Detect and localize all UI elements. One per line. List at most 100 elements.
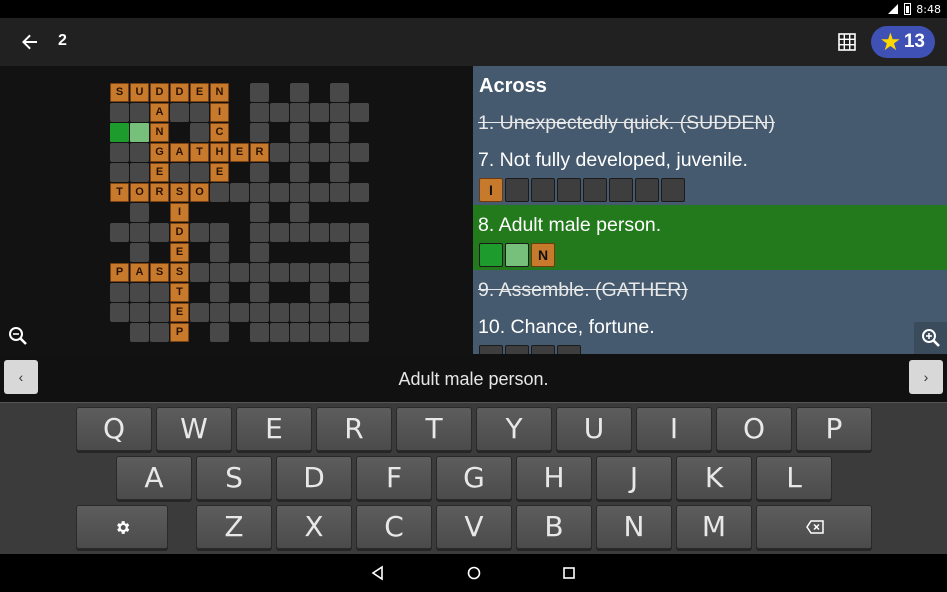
- key-f[interactable]: F: [356, 456, 432, 500]
- grid-cell-empty[interactable]: [250, 223, 269, 242]
- answer-boxes[interactable]: I: [479, 178, 685, 202]
- grid-cell-empty[interactable]: [170, 103, 189, 122]
- answer-box[interactable]: [531, 178, 555, 202]
- clue-item[interactable]: 7. Not fully developed, juvenile.: [478, 149, 748, 172]
- answer-box[interactable]: [557, 178, 581, 202]
- grid-cell-empty[interactable]: [350, 323, 369, 342]
- grid-cell-empty[interactable]: [310, 183, 329, 202]
- answer-box[interactable]: [583, 178, 607, 202]
- grid-cell-empty[interactable]: [350, 303, 369, 322]
- answer-box[interactable]: [531, 345, 555, 354]
- grid-cell-letter[interactable]: D: [170, 223, 189, 242]
- key-n[interactable]: N: [596, 505, 672, 549]
- grid-cell-letter[interactable]: S: [150, 263, 169, 282]
- grid-cell-empty[interactable]: [130, 243, 149, 262]
- grid-cell-empty[interactable]: [330, 103, 349, 122]
- grid-cell-empty[interactable]: [250, 183, 269, 202]
- grid-cell-letter[interactable]: N: [150, 123, 169, 142]
- grid-cell-empty[interactable]: [130, 323, 149, 342]
- clue-item[interactable]: 10. Chance, fortune.: [478, 316, 655, 339]
- grid-cell-empty[interactable]: [210, 283, 229, 302]
- answer-box[interactable]: [635, 178, 659, 202]
- key-e[interactable]: E: [236, 407, 312, 451]
- next-clue-button[interactable]: ›: [909, 360, 943, 394]
- key-w[interactable]: W: [156, 407, 232, 451]
- grid-cell-empty[interactable]: [330, 263, 349, 282]
- grid-cell-letter[interactable]: C: [210, 123, 229, 142]
- grid-cell-empty[interactable]: [250, 243, 269, 262]
- grid-cell-empty[interactable]: [290, 123, 309, 142]
- key-c[interactable]: C: [356, 505, 432, 549]
- grid-cell-empty[interactable]: [290, 143, 309, 162]
- key-j[interactable]: J: [596, 456, 672, 500]
- grid-cell-empty[interactable]: [290, 223, 309, 242]
- grid-cell-empty[interactable]: [310, 103, 329, 122]
- grid-cell-letter[interactable]: T: [190, 143, 209, 162]
- grid-cell-empty[interactable]: [130, 143, 149, 162]
- crossword-grid[interactable]: SUDDENAINCGATHEREETORSOIDEPASSTEP: [0, 66, 473, 354]
- grid-cell-empty[interactable]: [310, 303, 329, 322]
- grid-cell-empty[interactable]: [350, 263, 369, 282]
- grid-cell-letter[interactable]: H: [210, 143, 229, 162]
- grid-cell-letter[interactable]: I: [170, 203, 189, 222]
- grid-cell-empty[interactable]: [210, 183, 229, 202]
- grid-cell-empty[interactable]: [230, 303, 249, 322]
- grid-cell-empty[interactable]: [110, 223, 129, 242]
- grid-cell-letter[interactable]: S: [110, 83, 129, 102]
- grid-cell-empty[interactable]: [290, 183, 309, 202]
- grid-cell-letter[interactable]: E: [170, 303, 189, 322]
- key-q[interactable]: Q: [76, 407, 152, 451]
- grid-cell-empty[interactable]: [310, 223, 329, 242]
- key-d[interactable]: D: [276, 456, 352, 500]
- grid-cell-empty[interactable]: [270, 323, 289, 342]
- grid-cell-empty[interactable]: [110, 163, 129, 182]
- key-k[interactable]: K: [676, 456, 752, 500]
- key-s[interactable]: S: [196, 456, 272, 500]
- back-arrow-icon[interactable]: [18, 30, 42, 54]
- grid-cell-empty[interactable]: [350, 223, 369, 242]
- grid-cell-empty[interactable]: [210, 323, 229, 342]
- key-a[interactable]: A: [116, 456, 192, 500]
- grid-cell-empty[interactable]: [150, 303, 169, 322]
- grid-cell-letter[interactable]: P: [170, 323, 189, 342]
- grid-cell-empty[interactable]: [190, 223, 209, 242]
- zoom-out-icon[interactable]: [7, 325, 29, 347]
- key-r[interactable]: R: [316, 407, 392, 451]
- zoom-in-button[interactable]: [914, 322, 947, 354]
- grid-cell-empty[interactable]: [330, 323, 349, 342]
- grid-cell-empty[interactable]: [130, 283, 149, 302]
- grid-cell-letter[interactable]: P: [110, 263, 129, 282]
- clue-list[interactable]: Across 1. Unexpectedly quick. (SUDDEN) 7…: [473, 66, 947, 354]
- key-x[interactable]: X: [276, 505, 352, 549]
- grid-cell-empty[interactable]: [210, 223, 229, 242]
- grid-cell-letter[interactable]: A: [150, 103, 169, 122]
- grid-cell-empty[interactable]: [110, 303, 129, 322]
- answer-box[interactable]: [557, 345, 581, 354]
- grid-cell-empty[interactable]: [210, 243, 229, 262]
- grid-cell-letter[interactable]: O: [190, 183, 209, 202]
- grid-icon[interactable]: [838, 33, 856, 51]
- key-v[interactable]: V: [436, 505, 512, 549]
- grid-cell-empty[interactable]: [270, 103, 289, 122]
- grid-cell-empty[interactable]: [130, 303, 149, 322]
- grid-cell-empty[interactable]: [170, 163, 189, 182]
- grid-cell-empty[interactable]: [250, 283, 269, 302]
- answer-box[interactable]: I: [479, 178, 503, 202]
- grid-cell-empty[interactable]: [250, 303, 269, 322]
- grid-cell-empty[interactable]: [250, 163, 269, 182]
- grid-cell-empty[interactable]: [270, 263, 289, 282]
- grid-cell-letter[interactable]: R: [250, 143, 269, 162]
- key-m[interactable]: M: [676, 505, 752, 549]
- grid-cell-empty[interactable]: [190, 303, 209, 322]
- grid-cell-empty[interactable]: [250, 203, 269, 222]
- grid-cell-empty[interactable]: [310, 323, 329, 342]
- key-l[interactable]: L: [756, 456, 832, 500]
- grid-cell-letter[interactable]: A: [170, 143, 189, 162]
- grid-cell-letter[interactable]: E: [210, 163, 229, 182]
- grid-cell-empty[interactable]: [250, 123, 269, 142]
- answer-box-active[interactable]: [479, 243, 503, 267]
- grid-cell-empty[interactable]: [350, 143, 369, 162]
- answer-box[interactable]: [505, 178, 529, 202]
- grid-cell-letter[interactable]: D: [170, 83, 189, 102]
- grid-cell-letter[interactable]: S: [170, 263, 189, 282]
